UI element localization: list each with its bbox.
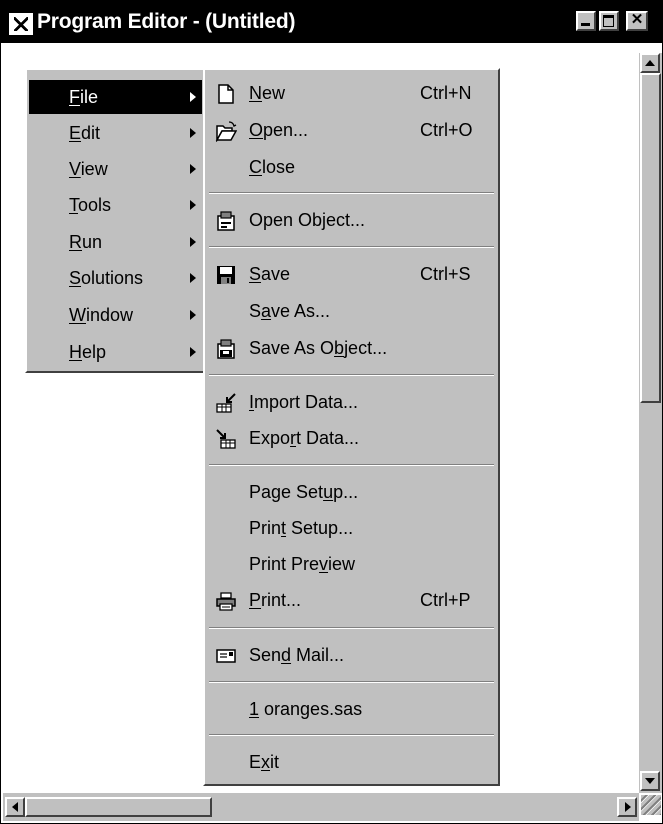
menu-item-label: Open... bbox=[249, 120, 309, 140]
menu-item-label: Close bbox=[249, 157, 296, 177]
scroll-up-button[interactable] bbox=[640, 53, 660, 73]
menu-item-label: View bbox=[69, 159, 108, 179]
menu-separator bbox=[209, 681, 494, 683]
menu-item-run[interactable]: Run bbox=[29, 225, 202, 259]
scroll-left-button[interactable] bbox=[5, 797, 25, 817]
menu-item-solutions[interactable]: Solutions bbox=[29, 261, 202, 295]
menu-item-label: 1 oranges.sas bbox=[249, 699, 363, 719]
vertical-scrollbar[interactable] bbox=[639, 53, 662, 793]
open-folder-icon bbox=[215, 121, 237, 142]
printer-icon bbox=[216, 592, 236, 611]
submenu-arrow-icon bbox=[190, 200, 196, 210]
menu-item-print-preview[interactable]: Print Preview bbox=[207, 548, 496, 582]
menu-item-label: Print... bbox=[249, 590, 302, 610]
new-document-icon bbox=[218, 84, 234, 104]
menu-item-label: Page Setup... bbox=[249, 482, 359, 502]
menu-separator bbox=[209, 246, 494, 248]
close-window-button[interactable]: ✕ bbox=[626, 11, 648, 31]
submenu-arrow-icon bbox=[190, 164, 196, 174]
menu-item-save-as-object[interactable]: Save As Object... bbox=[207, 332, 496, 366]
save-object-icon bbox=[217, 339, 235, 359]
arrow-down-icon bbox=[645, 778, 655, 784]
menu-item-print-setup[interactable]: Print Setup... bbox=[207, 512, 496, 546]
import-data-icon bbox=[216, 393, 236, 413]
menu-separator bbox=[209, 734, 494, 736]
menu-item-open-object[interactable]: Open Object... bbox=[207, 204, 496, 238]
arrow-right-icon bbox=[625, 802, 631, 812]
menu-item-label: Save As... bbox=[249, 301, 331, 321]
menu-item-save[interactable]: Save Ctrl+S bbox=[207, 258, 496, 292]
menu-separator bbox=[209, 627, 494, 629]
scroll-right-button[interactable] bbox=[617, 797, 637, 817]
menu-item-label: Send Mail... bbox=[249, 645, 345, 665]
menu-item-page-setup[interactable]: Page Setup... bbox=[207, 476, 496, 510]
menu-item-label: New bbox=[249, 83, 286, 103]
menu-item-label: File bbox=[69, 87, 99, 107]
menu-item-close[interactable]: Close bbox=[207, 151, 496, 185]
menu-item-label: Exit bbox=[249, 752, 280, 772]
floppy-disk-icon bbox=[217, 266, 235, 284]
submenu-arrow-icon bbox=[190, 128, 196, 138]
shortcut-text: Ctrl+O bbox=[420, 120, 473, 140]
submenu-arrow-icon bbox=[190, 347, 196, 357]
menu-item-label: Print Preview bbox=[249, 554, 356, 574]
submenu-arrow-icon bbox=[190, 273, 196, 283]
window-title: Program Editor - (Untitled) bbox=[37, 10, 296, 33]
menu-item-label: Run bbox=[69, 232, 103, 252]
menu-item-open[interactable]: Open... Ctrl+O bbox=[207, 114, 496, 148]
menu-separator bbox=[209, 192, 494, 194]
arrow-up-icon bbox=[645, 60, 655, 66]
submenu-arrow-icon bbox=[190, 310, 196, 320]
menu-item-edit[interactable]: Edit bbox=[29, 116, 202, 150]
menu-item-print[interactable]: Print... Ctrl+P bbox=[207, 584, 496, 618]
menu-item-import-data[interactable]: Import Data... bbox=[207, 386, 496, 420]
menu-item-label: Solutions bbox=[69, 268, 144, 288]
vertical-scroll-thumb[interactable] bbox=[640, 73, 661, 403]
menu-item-label: Open Object... bbox=[249, 210, 366, 230]
menu-item-send-mail[interactable]: Send Mail... bbox=[207, 639, 496, 673]
maximize-button[interactable] bbox=[599, 11, 619, 31]
menu-item-label: Save As Object... bbox=[249, 338, 388, 358]
menu-separator bbox=[209, 464, 494, 466]
menu-item-file[interactable]: File bbox=[29, 80, 202, 114]
shortcut-text: Ctrl+N bbox=[420, 83, 472, 103]
program-editor-icon[interactable] bbox=[9, 13, 33, 35]
menu-item-label: Import Data... bbox=[249, 392, 359, 412]
menu-item-label: Tools bbox=[69, 195, 112, 215]
menu-separator bbox=[209, 374, 494, 376]
menu-item-exit[interactable]: Exit bbox=[207, 746, 496, 780]
file-submenu: New Ctrl+N Open... Ctrl+O Close Open Obj… bbox=[203, 68, 500, 786]
submenu-arrow-icon bbox=[190, 237, 196, 247]
scroll-down-button[interactable] bbox=[640, 771, 660, 791]
arrow-left-icon bbox=[12, 802, 18, 812]
title-bar[interactable]: Program Editor - (Untitled) ✕ bbox=[1, 1, 662, 43]
menu-item-label: Export Data... bbox=[249, 428, 360, 448]
menu-item-window[interactable]: Window bbox=[29, 298, 202, 332]
menu-item-label: Help bbox=[69, 342, 107, 362]
shortcut-text: Ctrl+P bbox=[420, 590, 471, 610]
menu-item-help[interactable]: Help bbox=[29, 335, 202, 369]
menu-item-recent-file[interactable]: 1 oranges.sas bbox=[207, 693, 496, 727]
menu-item-label: Print Setup... bbox=[249, 518, 354, 538]
horizontal-scroll-thumb[interactable] bbox=[25, 797, 212, 817]
mail-icon bbox=[216, 649, 236, 663]
size-grip-icon[interactable] bbox=[641, 795, 661, 815]
export-data-icon bbox=[216, 429, 236, 449]
menu-item-label: Save bbox=[249, 264, 291, 284]
menu-item-export-data[interactable]: Export Data... bbox=[207, 422, 496, 456]
shortcut-text: Ctrl+S bbox=[420, 264, 471, 284]
menu-item-save-as[interactable]: Save As... bbox=[207, 295, 496, 329]
menu-item-view[interactable]: View bbox=[29, 152, 202, 186]
open-object-icon bbox=[217, 211, 235, 231]
main-menu: File Edit View Tools Run Solutions Windo… bbox=[25, 68, 206, 373]
menu-item-new[interactable]: New Ctrl+N bbox=[207, 77, 496, 111]
menu-item-tools[interactable]: Tools bbox=[29, 188, 202, 222]
horizontal-scrollbar[interactable] bbox=[3, 793, 639, 821]
menu-item-label: Window bbox=[69, 305, 134, 325]
minimize-button[interactable] bbox=[576, 11, 596, 31]
menu-item-label: Edit bbox=[69, 123, 101, 143]
submenu-arrow-icon bbox=[190, 92, 196, 102]
